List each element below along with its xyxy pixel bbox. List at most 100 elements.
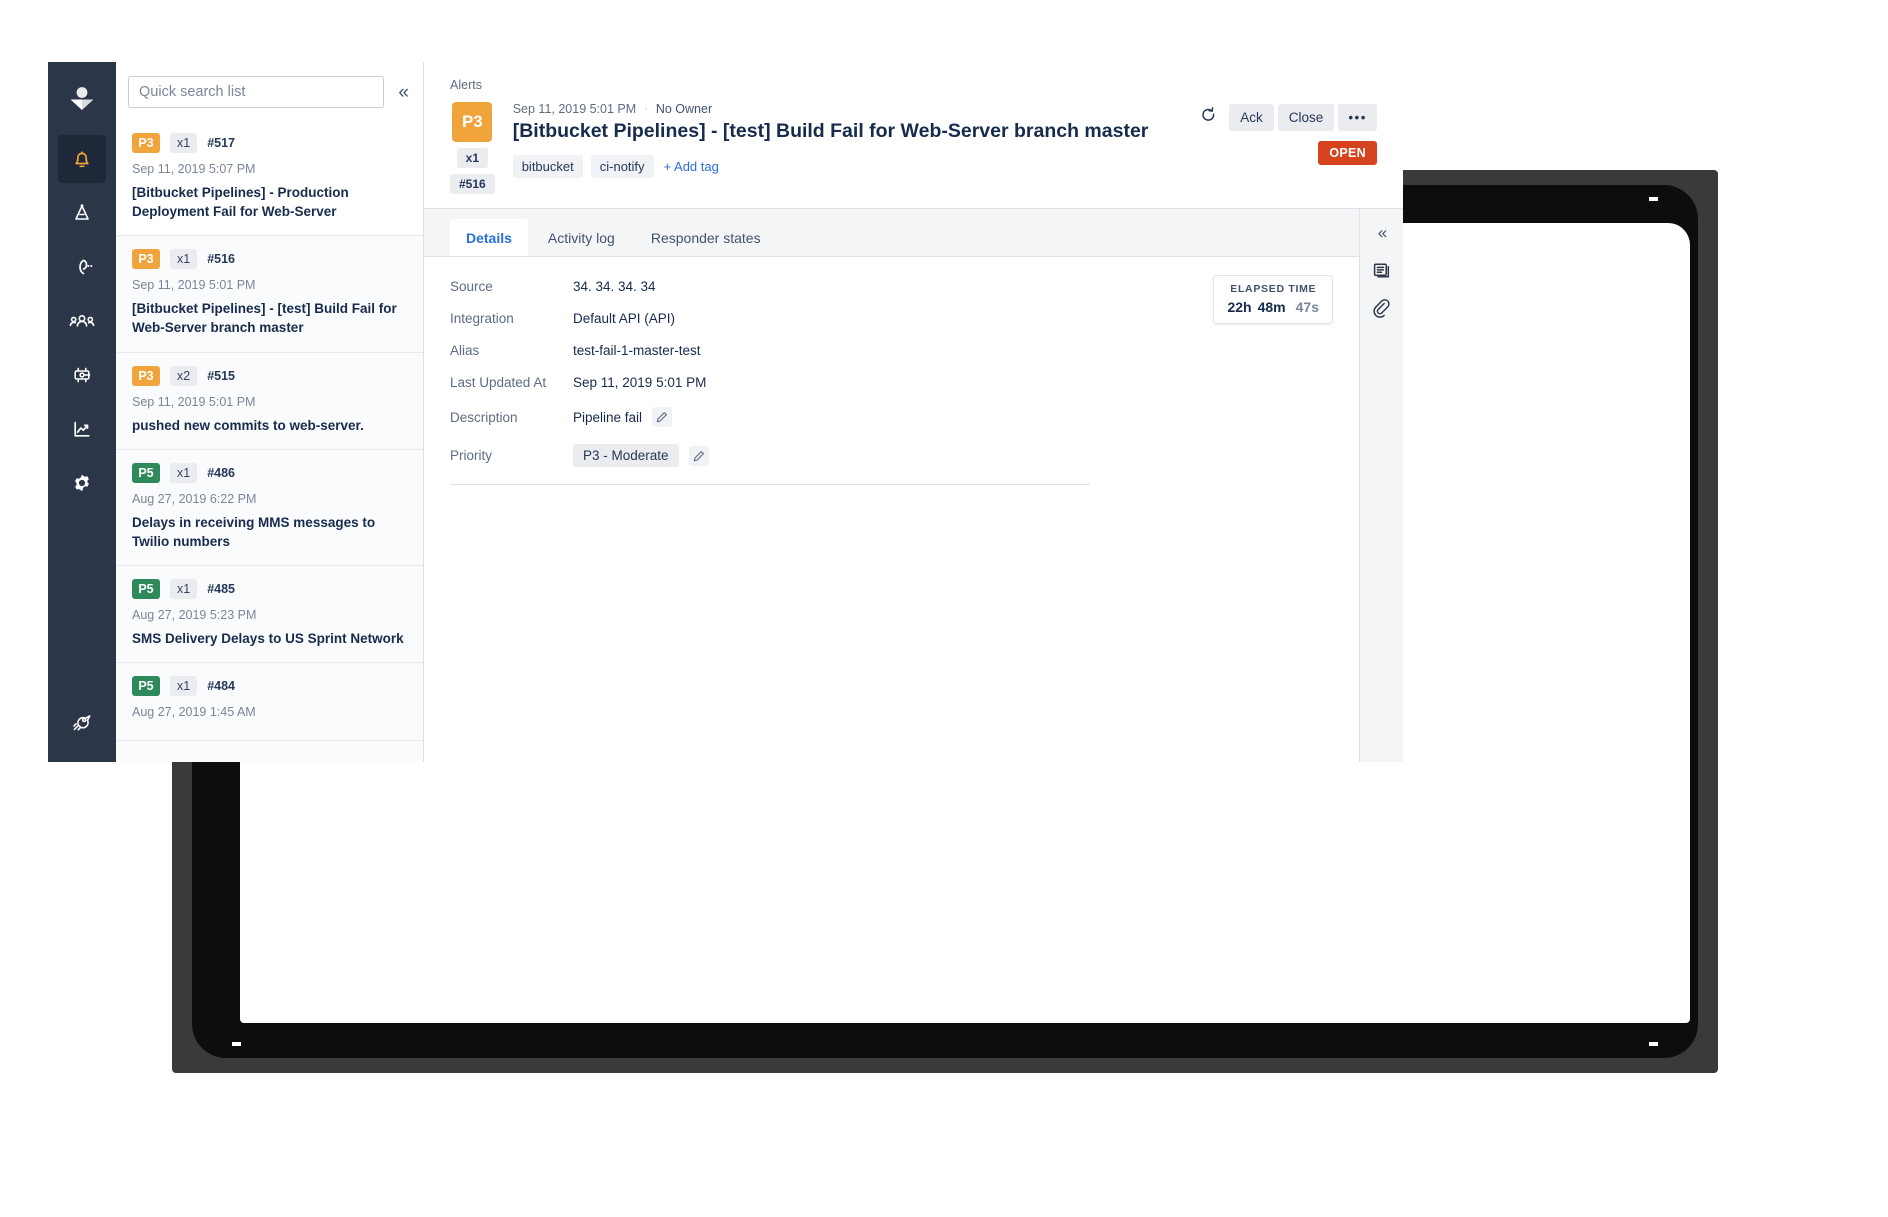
alert-title: Delays in receiving MMS messages to Twil… <box>132 513 407 551</box>
notes-icon[interactable] <box>1372 261 1392 281</box>
bezel-notch <box>1649 1042 1658 1046</box>
edit-pencil-icon[interactable] <box>652 407 672 427</box>
list-item[interactable]: P5 x1 #485 Aug 27, 2019 5:23 PM SMS Deli… <box>116 566 423 663</box>
alert-meta-row: P3 x1 #517 <box>132 133 407 153</box>
field-text: 34. 34. 34. 34 <box>573 279 656 294</box>
field-last-updated-at: Last Updated At Sep 11, 2019 5:01 PM <box>450 375 1090 390</box>
header-body: Sep 11, 2019 5:01 PM · No Owner [Bitbuck… <box>513 102 1183 194</box>
field-value: Default API (API) <box>573 311 675 326</box>
sidebar-item-settings[interactable] <box>58 459 106 507</box>
list-item[interactable]: P5 x1 #484 Aug 27, 2019 1:45 AM <box>116 663 423 741</box>
alert-date: Sep 11, 2019 5:07 PM <box>132 162 407 176</box>
tab-panel-details: Source 34. 34. 34. 34 Integration Defaul… <box>424 257 1359 762</box>
detail-main: Details Activity log Responder states So… <box>424 209 1359 762</box>
refresh-icon[interactable] <box>1200 107 1217 128</box>
alert-owner[interactable]: No Owner <box>656 102 712 116</box>
elapsed-time-label: ELAPSED TIME <box>1227 283 1319 295</box>
alert-id: #515 <box>207 369 235 383</box>
action-button-group: Ack Close ••• <box>1229 104 1377 131</box>
bezel-notch <box>232 1042 241 1046</box>
alert-meta-row: P5 x1 #484 <box>132 676 407 696</box>
list-item[interactable]: P3 x2 #515 Sep 11, 2019 5:01 PM pushed n… <box>116 353 423 450</box>
fields-divider <box>450 484 1090 485</box>
count-badge: x2 <box>170 366 197 386</box>
sidebar-item-incidents[interactable] <box>58 189 106 237</box>
add-tag-button[interactable]: + Add tag <box>662 155 721 178</box>
opsgenie-app: « P3 x1 #517 Sep 11, 2019 5:07 PM [Bitbu… <box>48 62 1403 762</box>
count-badge: x1 <box>170 676 197 696</box>
list-item[interactable]: P5 x1 #486 Aug 27, 2019 6:22 PM Delays i… <box>116 450 423 566</box>
sidebar-item-teams[interactable] <box>58 297 106 345</box>
detail-lower: Details Activity log Responder states So… <box>424 209 1403 762</box>
field-value: 34. 34. 34. 34 <box>573 279 656 294</box>
search-input[interactable] <box>128 76 384 108</box>
count-chip: x1 <box>457 148 488 168</box>
edit-pencil-icon[interactable] <box>689 446 709 466</box>
bezel-notch <box>1649 197 1658 201</box>
field-text: Pipeline fail <box>573 410 642 425</box>
alert-detail-header: Alerts P3 x1 #516 Sep 11, 2019 5:01 PM ·… <box>424 62 1403 209</box>
alert-title: [Bitbucket Pipelines] - Production Deplo… <box>132 183 407 221</box>
alert-list-panel: « P3 x1 #517 Sep 11, 2019 5:07 PM [Bitbu… <box>116 62 424 762</box>
collapse-right-icon[interactable]: « <box>1378 223 1385 243</box>
field-label: Integration <box>450 311 573 326</box>
sidebar-item-alerts[interactable] <box>58 135 106 183</box>
tag-row: bitbucket ci-notify + Add tag <box>513 155 1183 178</box>
field-description: Description Pipeline fail <box>450 407 1090 427</box>
sidebar-item-reports[interactable] <box>58 405 106 453</box>
ack-button[interactable]: Ack <box>1229 104 1274 131</box>
sidebar-item-integrations[interactable] <box>58 351 106 399</box>
alert-id: #484 <box>207 679 235 693</box>
list-item[interactable]: P3 x1 #517 Sep 11, 2019 5:07 PM [Bitbuck… <box>116 120 423 236</box>
priority-badge: P3 <box>132 249 160 269</box>
elapsed-seconds: 47s <box>1296 299 1319 315</box>
alert-meta-row: P3 x1 #516 <box>132 249 407 269</box>
header-actions: Ack Close ••• OPEN <box>1200 102 1377 194</box>
tag[interactable]: ci-notify <box>591 155 654 178</box>
alert-id-chip: #516 <box>450 174 495 194</box>
tab-responder-states[interactable]: Responder states <box>635 219 777 256</box>
alert-created-date: Sep 11, 2019 5:01 PM <box>513 102 636 116</box>
alert-id: #517 <box>207 136 235 150</box>
attachment-icon[interactable] <box>1372 299 1392 319</box>
count-badge: x1 <box>170 133 197 153</box>
alert-list[interactable]: P3 x1 #517 Sep 11, 2019 5:07 PM [Bitbuck… <box>116 120 423 762</box>
field-value: P3 - Moderate <box>573 444 709 467</box>
alert-title: [Bitbucket Pipelines] - [test] Build Fai… <box>132 299 407 337</box>
alert-meta-row: P5 x1 #485 <box>132 579 407 599</box>
field-priority: Priority P3 - Moderate <box>450 444 1090 467</box>
list-search-bar: « <box>116 62 423 120</box>
alert-meta-row: P5 x1 #486 <box>132 463 407 483</box>
alert-id: #485 <box>207 582 235 596</box>
action-row: Ack Close ••• <box>1200 104 1377 131</box>
page-title: [Bitbucket Pipelines] - [test] Build Fai… <box>513 119 1183 143</box>
sidebar-item-on-call[interactable] <box>58 243 106 291</box>
field-label: Last Updated At <box>450 375 573 390</box>
tag[interactable]: bitbucket <box>513 155 583 178</box>
collapse-list-icon[interactable]: « <box>394 81 411 104</box>
field-integration: Integration Default API (API) <box>450 311 1090 326</box>
close-button[interactable]: Close <box>1278 104 1335 131</box>
elapsed-minutes: 48m <box>1258 299 1286 315</box>
user-avatar-icon[interactable] <box>67 84 97 119</box>
count-badge: x1 <box>170 249 197 269</box>
field-value: Sep 11, 2019 5:01 PM <box>573 375 706 390</box>
alert-date: Aug 27, 2019 5:23 PM <box>132 608 407 622</box>
list-item[interactable]: P3 x1 #516 Sep 11, 2019 5:01 PM [Bitbuck… <box>116 236 423 352</box>
count-badge: x1 <box>170 579 197 599</box>
breadcrumb[interactable]: Alerts <box>450 78 1377 92</box>
alert-date: Aug 27, 2019 1:45 AM <box>132 705 407 719</box>
field-label: Description <box>450 410 573 425</box>
primary-nav-rail <box>48 62 116 762</box>
elapsed-time-widget: ELAPSED TIME 22h 48m 47s <box>1213 275 1333 324</box>
alert-detail-pane: Alerts P3 x1 #516 Sep 11, 2019 5:01 PM ·… <box>424 62 1403 762</box>
sidebar-item-whats-new[interactable] <box>69 709 95 740</box>
tab-details[interactable]: Details <box>450 219 528 256</box>
priority-badge: P5 <box>132 579 160 599</box>
tab-activity-log[interactable]: Activity log <box>532 219 631 256</box>
elapsed-hours: 22h <box>1227 299 1251 315</box>
alert-meta-row: P3 x2 #515 <box>132 366 407 386</box>
count-badge: x1 <box>170 463 197 483</box>
more-actions-icon[interactable]: ••• <box>1338 104 1377 131</box>
detail-tabs: Details Activity log Responder states <box>424 209 1359 257</box>
